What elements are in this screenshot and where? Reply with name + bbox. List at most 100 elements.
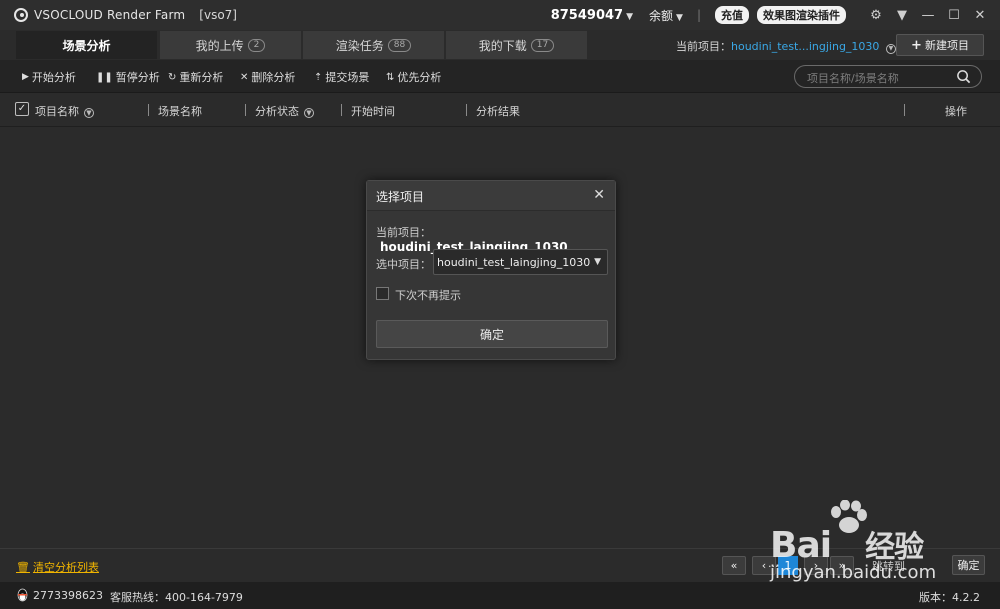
double-chevron-right-icon: » — [838, 559, 846, 572]
dont-show-again-checkbox[interactable] — [376, 287, 389, 300]
clear-list-link[interactable]: 🗑 清空分析列表 — [16, 559, 99, 575]
priority-analysis-button[interactable]: ⇅ 优先分析 — [386, 69, 441, 85]
tab-my-uploads[interactable]: 我的上传 2 — [160, 31, 302, 59]
page-current[interactable]: 1 — [778, 556, 798, 575]
clear-list-label: 清空分析列表 — [32, 561, 99, 574]
search-icon[interactable] — [956, 69, 971, 84]
button-label: 开始分析 — [31, 71, 76, 84]
column-divider — [148, 104, 149, 116]
column-label: 项目名称 — [35, 105, 79, 118]
tab-my-downloads[interactable]: 我的下载 17 — [446, 31, 588, 59]
pause-icon: ❚❚ — [96, 71, 113, 83]
current-project-label: 当前项目： — [676, 40, 731, 53]
close-icon[interactable]: ✕ — [593, 187, 605, 203]
balance-dropdown[interactable]: 余额 ▼ — [649, 7, 683, 24]
select-project-dialog: 选择项目 ✕ 当前项目：houdini_test_laingjing_1030 … — [366, 180, 616, 360]
count-badge: 88 — [387, 38, 412, 52]
tab-render-tasks[interactable]: 渲染任务 88 — [303, 31, 445, 59]
column-divider — [466, 104, 467, 116]
tab-label: 我的上传 — [195, 38, 244, 53]
settings-gear-icon[interactable]: ⚙ — [864, 8, 888, 23]
search-box[interactable]: 项目名称/场景名称 — [794, 65, 982, 88]
plus-icon: + — [911, 37, 922, 53]
button-label: 重新分析 — [179, 71, 224, 84]
close-icon[interactable]: ✕ — [968, 8, 992, 23]
tab-label: 我的下载 — [478, 38, 527, 53]
start-analysis-button[interactable]: ▶ 开始分析 — [22, 69, 76, 85]
chevron-down-icon: ▼ — [626, 11, 634, 22]
restart-analysis-button[interactable]: ↻ 重新分析 — [168, 69, 223, 85]
recharge-button[interactable]: 充值 — [715, 6, 749, 24]
upload-icon: ⇡ — [314, 71, 323, 83]
search-input[interactable]: 项目名称/场景名称 — [807, 70, 899, 86]
current-project-label: 当前项目： — [376, 226, 431, 239]
current-project-link[interactable]: houdini_test...ingjing_1030 — [731, 40, 879, 53]
chevron-right-icon: › — [813, 559, 819, 572]
dialog-title: 选择项目 — [376, 190, 425, 204]
new-project-button[interactable]: + 新建项目 — [896, 34, 984, 56]
next-page-button[interactable]: › — [804, 556, 828, 575]
last-page-button[interactable]: » — [830, 556, 854, 575]
chevron-down-icon[interactable]: ▼ — [304, 108, 314, 118]
button-label: 优先分析 — [397, 71, 442, 84]
tab-bar: 场景分析 我的上传 2 渲染任务 88 我的下载 17 当前项目：houdini… — [0, 30, 1000, 60]
new-project-label: 新建项目 — [924, 39, 969, 52]
button-label: 删除分析 — [251, 71, 296, 84]
app-logo: VSOCLOUD Render Farm — [14, 8, 185, 22]
chevron-down-icon: ▼ — [594, 257, 601, 267]
maximize-icon[interactable]: ☐ — [942, 8, 966, 23]
support-hotline: 客服热线：400-164-7979 — [110, 591, 243, 604]
divider: | — [696, 8, 701, 22]
column-divider — [341, 104, 342, 116]
column-actions: 操作 — [945, 105, 967, 118]
select-all-checkbox[interactable]: ✓ — [15, 102, 29, 116]
column-label: 分析状态 — [255, 105, 299, 118]
column-analysis-status[interactable]: 分析状态 ▼ — [255, 103, 314, 119]
qq-contact[interactable]: 2773398623 — [16, 588, 103, 602]
account-id: 87549047 — [550, 7, 624, 23]
qq-penguin-icon — [17, 588, 28, 602]
column-scene-name[interactable]: 场景名称 — [158, 103, 202, 119]
sort-arrows-icon: ⇅ — [386, 71, 395, 83]
app-name: VSOCLOUD Render Farm — [34, 8, 186, 22]
column-divider — [904, 104, 905, 116]
status-bar: 2773398623 客服热线：400-164-7979 版本：4.2.2 — [0, 582, 1000, 609]
qq-number: 2773398623 — [33, 588, 103, 602]
plugin-button[interactable]: 效果图渲染插件 — [757, 6, 846, 24]
count-badge: 17 — [530, 38, 555, 52]
button-label: 暂停分析 — [115, 71, 160, 84]
jump-to-label: 跳转到 — [872, 560, 905, 573]
column-start-time[interactable]: 开始时间 — [351, 103, 395, 119]
trash-icon: 🗑 — [16, 560, 30, 574]
version-label: 版本：4.2.2 — [919, 591, 980, 604]
chevron-down-icon[interactable]: ▼ — [84, 108, 94, 118]
project-select-value: houdini_test_laingjing_1030 — [437, 256, 591, 269]
tab-label: 渲染任务 — [335, 38, 384, 53]
delete-analysis-button[interactable]: ✕ 删除分析 — [240, 69, 295, 85]
title-bar: VSOCLOUD Render Farm [vso7] 87549047 ▼ 余额… — [0, 0, 1000, 30]
chevron-down-icon[interactable]: ▼ — [885, 44, 896, 54]
menu-dropdown-icon[interactable]: ▼ — [890, 8, 914, 23]
button-label: 提交场景 — [325, 71, 370, 84]
table-header: ✓ 项目名称 ▼ 场景名称 分析状态 ▼ 开始时间 分析结果 操作 — [0, 93, 1000, 127]
user-tag: [vso7] — [199, 8, 237, 22]
column-analysis-result[interactable]: 分析结果 — [476, 103, 520, 119]
balance-label: 余额 — [649, 8, 674, 23]
chevron-down-icon: ▼ — [676, 12, 683, 23]
tab-scene-analysis[interactable]: 场景分析 — [16, 31, 158, 59]
dialog-header: 选择项目 ✕ — [367, 181, 615, 211]
confirm-button[interactable]: 确定 — [376, 320, 608, 348]
tab-label: 场景分析 — [62, 38, 111, 53]
minimize-icon[interactable]: — — [916, 8, 940, 23]
jump-ok-button[interactable]: 确定 — [952, 555, 985, 575]
double-chevron-left-icon: « — [730, 559, 738, 572]
play-icon: ▶ — [22, 72, 29, 82]
first-page-button[interactable]: « — [722, 556, 746, 575]
current-project: 当前项目：houdini_test...ingjing_1030 ▼ — [676, 38, 896, 54]
account-dropdown[interactable]: 87549047 ▼ — [551, 8, 633, 23]
pause-analysis-button[interactable]: ❚❚ 暂停分析 — [96, 69, 160, 85]
project-select[interactable]: houdini_test_laingjing_1030 ▼ — [433, 249, 608, 275]
column-project-name[interactable]: 项目名称 ▼ — [35, 103, 94, 119]
column-divider — [245, 104, 246, 116]
submit-scene-button[interactable]: ⇡ 提交场景 — [314, 69, 369, 85]
